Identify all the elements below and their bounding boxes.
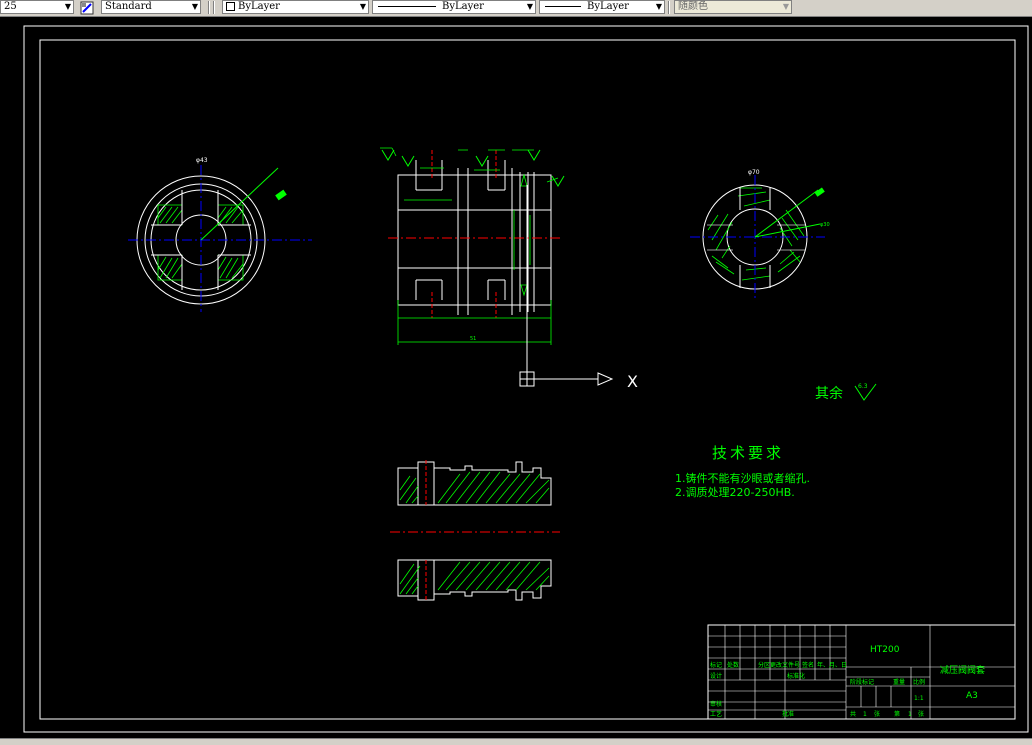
- lineweight-sample: [545, 6, 581, 7]
- toolbar-separator: [668, 1, 670, 14]
- right-view-dim2: φ30: [820, 222, 830, 228]
- tb-count: 处数: [727, 661, 739, 669]
- right-view-dim: φ70: [748, 169, 760, 176]
- tb-di: 第: [894, 710, 900, 718]
- tb-review: 审核: [710, 700, 722, 708]
- linetype-value: ByLayer: [442, 1, 484, 12]
- tb-weight: 重量: [893, 678, 905, 686]
- material-label: HT200: [870, 645, 900, 655]
- tb-zhang2: 张: [918, 710, 924, 718]
- tb-zone: 分区: [758, 661, 770, 669]
- text-style-combo[interactable]: Standard ▼: [101, 0, 201, 14]
- scale-combo[interactable]: 25 ▼: [0, 0, 74, 14]
- layer-combo[interactable]: ByLayer ▼: [222, 0, 369, 14]
- part-name-label: 减压阀阀套: [940, 664, 985, 676]
- left-view-dim: φ43: [196, 157, 208, 164]
- roughness-value: 6.3: [858, 383, 868, 390]
- chevron-down-icon[interactable]: ▼: [656, 1, 662, 13]
- tb-approve: 批准: [782, 710, 794, 718]
- plotstyle-combo[interactable]: 随颜色 ▼: [674, 0, 792, 14]
- linetype-sample: [378, 6, 436, 7]
- tech-requirements-title: 技术要求: [712, 444, 784, 462]
- chevron-down-icon[interactable]: ▼: [783, 1, 789, 13]
- color-swatch-icon: [226, 2, 235, 11]
- tb-sign: 签名: [802, 661, 814, 669]
- text-style-icon[interactable]: [80, 0, 94, 15]
- tb-process: 工艺: [710, 710, 722, 718]
- toolbar-separator: [213, 1, 215, 14]
- tb-stage: 阶段标记: [850, 678, 874, 686]
- tb-design: 设计: [710, 672, 722, 680]
- chevron-down-icon[interactable]: ▼: [360, 1, 366, 13]
- tech-requirements: 技术要求 1.铸件不能有沙眼或者缩孔. 2.调质处理220-250HB.: [675, 444, 810, 499]
- chevron-down-icon[interactable]: ▼: [527, 1, 533, 13]
- layer-value: ByLayer: [238, 1, 280, 12]
- ucs-icon: X: [519, 185, 638, 391]
- tb-date: 年、月、日: [817, 661, 847, 669]
- front-view: 51: [380, 147, 565, 345]
- drawing-canvas[interactable]: φ43 φ70 φ30 51 X 其余 6.3 技术要求 1.铸件不能有沙眼或者…: [0, 16, 1032, 738]
- tb-sheets2: 1: [908, 711, 912, 718]
- properties-toolbar: 25 ▼ Standard ▼ ByLayer ▼ ByLayer ▼ ByLa…: [0, 0, 1032, 17]
- tb-mark: 标记: [710, 661, 722, 669]
- chevron-down-icon[interactable]: ▼: [192, 1, 198, 13]
- right-end-view: φ70 φ30: [690, 169, 830, 300]
- text-style-value: Standard: [105, 1, 152, 12]
- chevron-down-icon[interactable]: ▼: [65, 1, 71, 13]
- plotstyle-value: 随颜色: [678, 1, 708, 12]
- tech-requirement-item: 1.铸件不能有沙眼或者缩孔.: [675, 471, 810, 485]
- title-block: HT200 减压阀阀套 A3 1:1 标记 处数 分区 更改文件号 签名 年、月…: [707, 624, 1016, 720]
- tb-standard: 标准化: [787, 672, 805, 680]
- tb-sheets1: 1: [863, 711, 867, 718]
- lineweight-combo[interactable]: ByLayer ▼: [539, 0, 665, 14]
- roughness-note: 其余 6.3: [815, 383, 877, 402]
- other-roughness-label: 其余: [815, 385, 843, 402]
- scale-value: 25: [4, 1, 17, 12]
- tb-ratio: 比例: [913, 678, 925, 686]
- tech-requirement-item: 2.调质处理220-250HB.: [675, 486, 795, 499]
- tb-total: 共: [850, 710, 856, 718]
- axis-x-label: X: [627, 372, 638, 391]
- overall-width-dim: 51: [470, 336, 476, 342]
- linetype-combo[interactable]: ByLayer ▼: [372, 0, 536, 14]
- sheet-size-label: A3: [966, 691, 978, 701]
- tb-change-doc: 更改文件号: [770, 661, 800, 669]
- lineweight-value: ByLayer: [587, 1, 629, 12]
- scale-label: 1:1: [914, 695, 924, 702]
- section-view: [390, 460, 560, 602]
- toolbar-separator: [208, 1, 210, 14]
- tb-zhang: 张: [874, 710, 880, 718]
- left-end-view: φ43: [128, 157, 312, 312]
